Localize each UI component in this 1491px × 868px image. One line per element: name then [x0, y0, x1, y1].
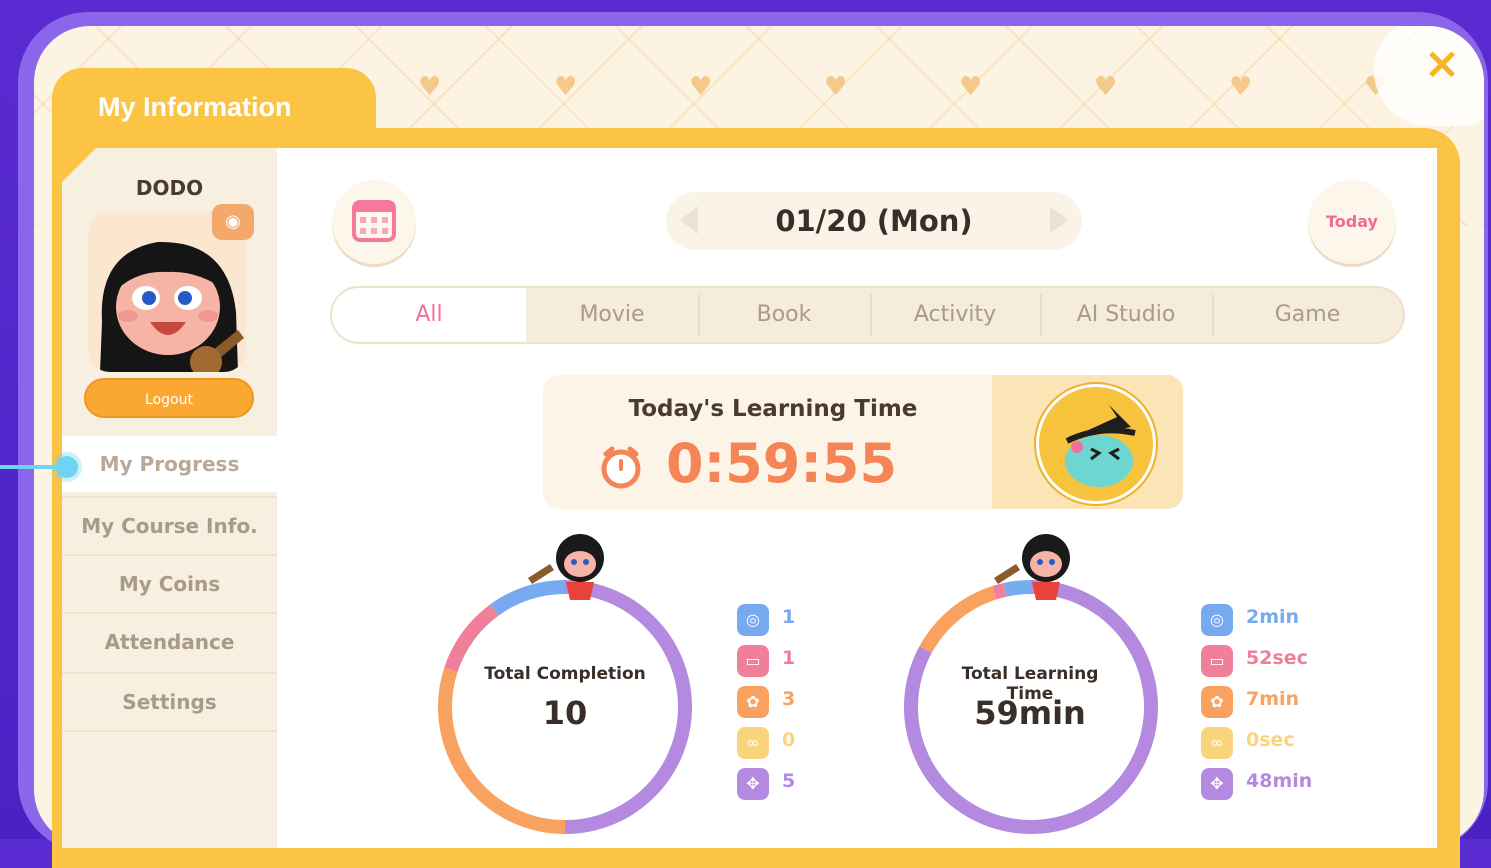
sidebar-item-attendance[interactable]: Attendance: [62, 612, 277, 668]
total-learning-time-value: 59min: [974, 694, 1086, 732]
completion-ai-studio-value: 0: [782, 729, 796, 751]
time-ai-studio-value: 0sec: [1246, 729, 1295, 751]
heart-icon: ♥: [1094, 72, 1118, 102]
today-button[interactable]: Today: [1308, 180, 1396, 264]
sidebar-item-settings[interactable]: Settings: [62, 672, 277, 728]
close-button[interactable]: ×: [1420, 42, 1464, 88]
tab-game[interactable]: Game: [1212, 288, 1403, 342]
completion-activity-value: 3: [782, 688, 796, 710]
sidebar-item-my-coins[interactable]: My Coins: [62, 554, 277, 610]
movie-icon: ◎: [737, 604, 769, 636]
tab-activity[interactable]: Activity: [870, 288, 1040, 342]
mascot-character: [528, 534, 604, 600]
username: DODO: [135, 176, 204, 200]
pointer-dot: [56, 456, 78, 478]
time-book-value: 52sec: [1246, 647, 1308, 669]
amazing-badge: [1036, 384, 1156, 504]
ai-studio-icon: ∞: [1201, 727, 1233, 759]
game-icon: ✥: [1201, 768, 1233, 800]
heart-icon: ♥: [418, 72, 442, 102]
time-movie-value: 2min: [1246, 606, 1300, 628]
ai-studio-icon: ∞: [737, 727, 769, 759]
sidebar-item-my-progress[interactable]: My Progress: [62, 436, 277, 492]
heart-icon: ♥: [824, 72, 848, 102]
game-icon: ✥: [737, 768, 769, 800]
heart-icon: ♥: [1229, 72, 1253, 102]
sidebar-item-my-course-info[interactable]: My Course Info.: [62, 496, 277, 552]
heart-icon: ♥: [689, 72, 713, 102]
time-game-value: 48min: [1246, 770, 1313, 792]
movie-icon: ◎: [1201, 604, 1233, 636]
book-icon: ▭: [737, 645, 769, 677]
next-date-arrow-icon[interactable]: [1050, 206, 1068, 234]
tab-all[interactable]: All: [332, 288, 526, 342]
completion-value: 10: [542, 694, 588, 732]
panel-title: My Information: [98, 92, 292, 122]
category-tabs: All Movie Book Activity AI Studio Game: [330, 286, 1405, 344]
activity-icon: ✿: [737, 686, 769, 718]
donut-segment-book: [444, 604, 499, 673]
current-date: 01/20 (Mon): [775, 204, 973, 238]
completion-movie-value: 1: [782, 606, 796, 628]
alarm-clock-icon: [601, 446, 641, 489]
mascot-character: [994, 534, 1070, 600]
learning-time-title: Today's Learning Time: [628, 396, 918, 422]
sidebar-divider: [62, 730, 277, 734]
completion-label: Total Completion: [484, 664, 646, 684]
tab-movie[interactable]: Movie: [526, 288, 698, 342]
tab-book[interactable]: Book: [698, 288, 870, 342]
donut-segment-activity: [919, 586, 997, 654]
completion-book-value: 1: [782, 647, 796, 669]
camera-icon[interactable]: ◉: [212, 204, 254, 240]
activity-icon: ✿: [1201, 686, 1233, 718]
logout-button[interactable]: Logout: [84, 378, 254, 418]
calendar-icon: [352, 200, 396, 242]
book-icon: ▭: [1201, 645, 1233, 677]
tab-ai-studio[interactable]: AI Studio: [1040, 288, 1212, 342]
calendar-button[interactable]: [332, 180, 416, 264]
time-activity-value: 7min: [1246, 688, 1300, 710]
heart-icon: ♥: [959, 72, 983, 102]
date-navigator: 01/20 (Mon): [666, 192, 1082, 250]
pointer-line: [0, 465, 62, 469]
completion-game-value: 5: [782, 770, 796, 792]
learning-time-value: 0:59:55: [666, 432, 898, 495]
heart-icon: ♥: [554, 72, 578, 102]
